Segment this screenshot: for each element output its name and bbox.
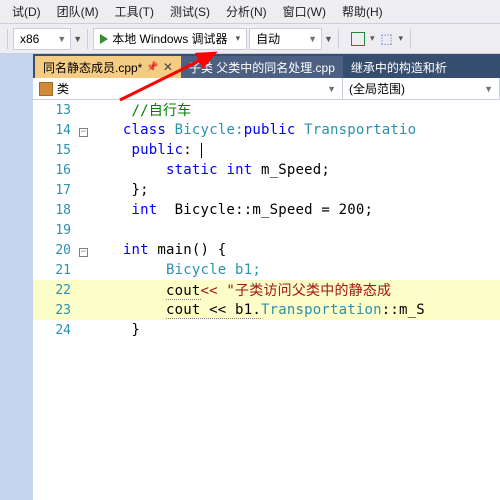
menu-item-window[interactable]: 窗口(W): [275, 1, 334, 22]
toolbar-separator: [7, 29, 8, 49]
toolbar-icon[interactable]: ⬚: [378, 31, 394, 47]
tab-inactive[interactable]: 子类 父类中的同名处理.cpp: [181, 56, 343, 78]
main-area: 同名静态成员.cpp* 📌 ✕ 子类 父类中的同名处理.cpp 继承中的构造和析…: [0, 54, 500, 500]
menu-item-analyze[interactable]: 分析(N): [218, 1, 275, 22]
chevron-down-icon: ▼: [57, 34, 66, 44]
member-label: (全局范围): [349, 80, 405, 97]
line-number: 15: [33, 143, 79, 158]
line-number: 23: [33, 303, 79, 318]
chevron-down-icon[interactable]: ▾: [398, 33, 403, 44]
document-tabs: 同名静态成员.cpp* 📌 ✕ 子类 父类中的同名处理.cpp 继承中的构造和析: [33, 54, 500, 78]
editor-panel: 同名静态成员.cpp* 📌 ✕ 子类 父类中的同名处理.cpp 继承中的构造和析…: [33, 54, 500, 500]
line-number: 18: [33, 203, 79, 218]
code-text: //自行车: [132, 103, 192, 119]
start-debug-button[interactable]: 本地 Windows 调试器 ▾: [93, 28, 247, 50]
menu-item-debug[interactable]: 试(D): [4, 1, 49, 22]
chevron-down-icon: ▼: [327, 84, 336, 94]
menu-item-tools[interactable]: 工具(T): [107, 1, 162, 22]
tab-label: 子类 父类中的同名处理.cpp: [189, 59, 335, 76]
menu-item-test[interactable]: 测试(S): [162, 1, 218, 22]
tab-label: 同名静态成员.cpp*: [43, 59, 142, 76]
toolbar: x86 ▼ ▼ 本地 Windows 调试器 ▾ 自动 ▼ ▼ ▾ ⬚ ▾: [0, 24, 500, 54]
toolbar-separator: [87, 29, 88, 49]
toolbar-separator: [410, 29, 411, 49]
debug-button-label: 本地 Windows 调试器: [112, 30, 227, 47]
tab-inactive[interactable]: 继承中的构造和析: [343, 56, 455, 78]
fold-toggle[interactable]: −: [79, 128, 88, 137]
chevron-down-icon[interactable]: ▼: [324, 34, 333, 44]
line-number: 14: [33, 123, 79, 138]
toolbar-separator: [338, 29, 339, 49]
left-panel: [0, 54, 33, 500]
close-icon[interactable]: ✕: [163, 60, 173, 74]
line-number: 21: [33, 263, 79, 278]
scope-dropdown[interactable]: 类 ▼: [33, 78, 343, 99]
play-icon: [100, 34, 108, 44]
line-number: 16: [33, 163, 79, 178]
tab-active[interactable]: 同名静态成员.cpp* 📌 ✕: [35, 56, 181, 78]
platform-dropdown[interactable]: x86 ▼: [13, 28, 71, 50]
chevron-down-icon: ▼: [484, 84, 493, 94]
menu-item-team[interactable]: 团队(M): [49, 1, 107, 22]
line-number: 24: [33, 323, 79, 338]
pin-icon[interactable]: 📌: [146, 62, 158, 73]
line-number: 22: [33, 283, 79, 298]
chevron-down-icon[interactable]: ▼: [73, 34, 82, 44]
menu-item-help[interactable]: 帮助(H): [334, 1, 391, 22]
menu-bar: 试(D) 团队(M) 工具(T) 测试(S) 分析(N) 窗口(W) 帮助(H): [0, 0, 500, 24]
toolbar-icon[interactable]: [350, 31, 366, 47]
chevron-down-icon: ▼: [308, 34, 317, 44]
fold-toggle[interactable]: −: [79, 248, 88, 257]
text-cursor: [201, 143, 202, 158]
debug-mode-dropdown[interactable]: 自动 ▼: [249, 28, 322, 50]
class-icon: [39, 82, 53, 96]
chevron-down-icon: ▾: [236, 33, 241, 44]
code-editor[interactable]: 13 //自行车 14− class Bicycle:public Transp…: [33, 100, 500, 500]
chevron-down-icon[interactable]: ▾: [370, 33, 375, 44]
tab-label: 继承中的构造和析: [351, 59, 447, 76]
code-navigator: 类 ▼ (全局范围) ▼: [33, 78, 500, 100]
scope-label: 类: [57, 80, 69, 97]
member-dropdown[interactable]: (全局范围) ▼: [343, 78, 500, 99]
line-number: 13: [33, 103, 79, 118]
line-number: 19: [33, 223, 79, 238]
debug-mode-value: 自动: [256, 30, 280, 47]
line-number: 17: [33, 183, 79, 198]
line-number: 20: [33, 243, 79, 258]
platform-value: x86: [20, 32, 39, 46]
